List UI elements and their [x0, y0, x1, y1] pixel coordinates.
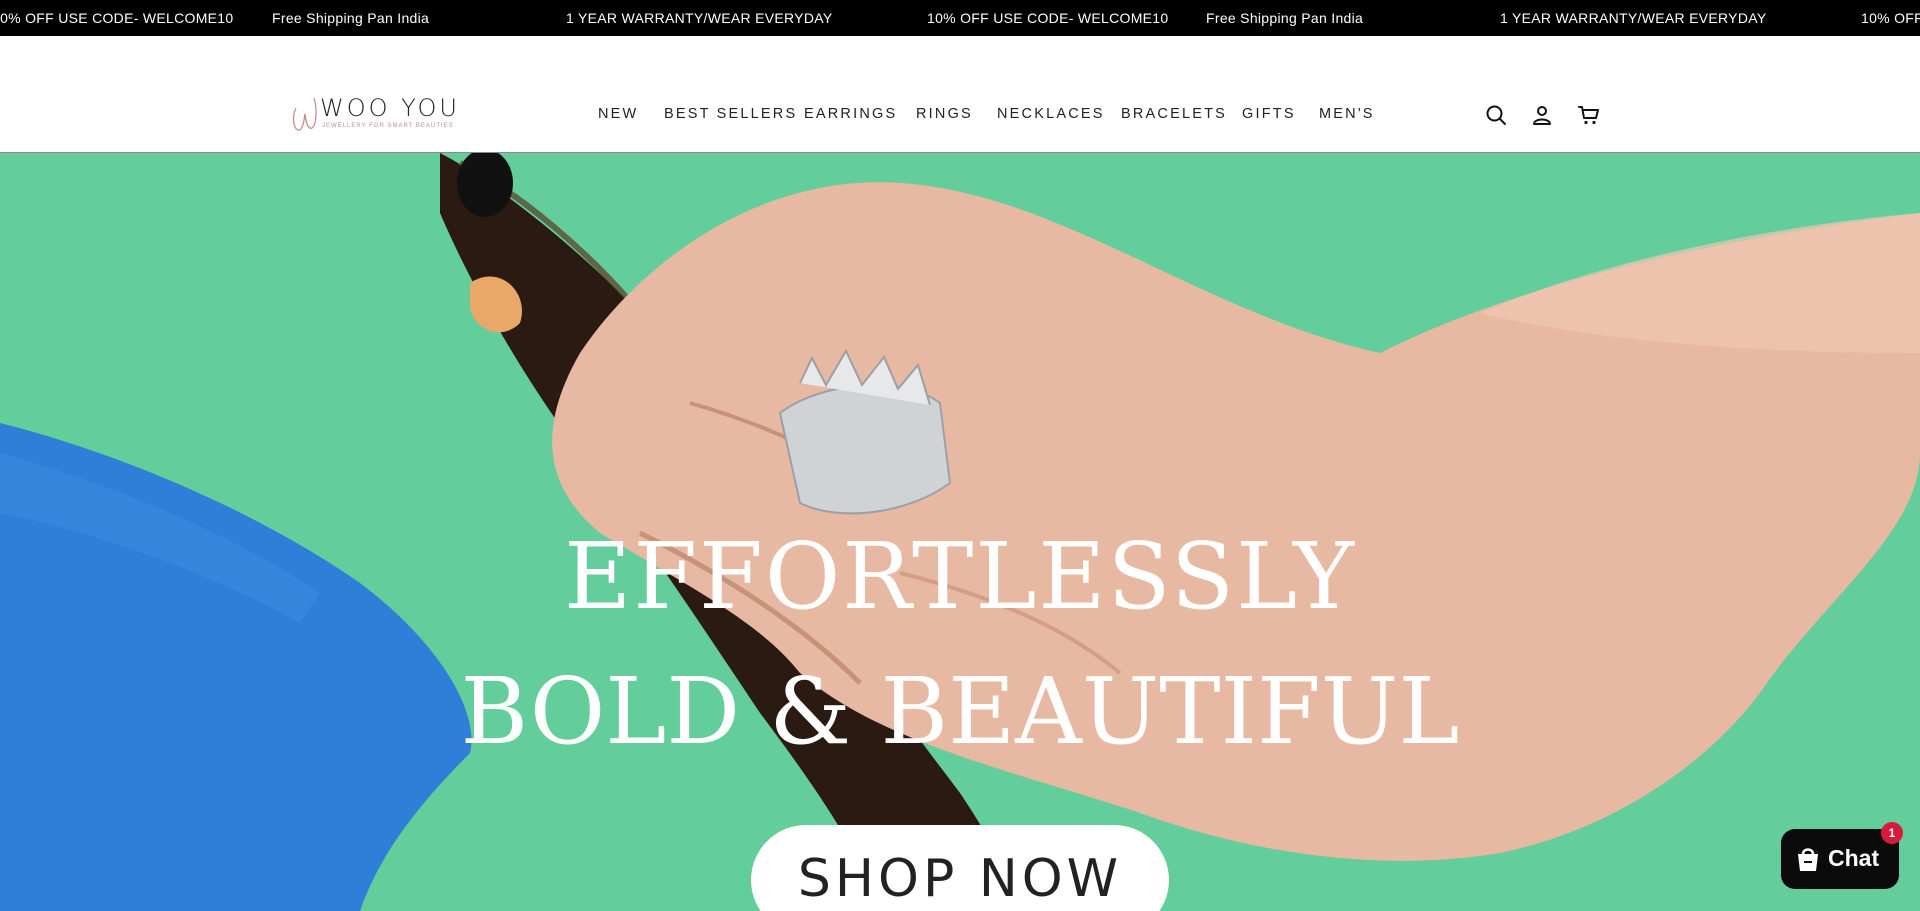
chat-badge: 1 — [1881, 822, 1903, 844]
announcement-message: Free Shipping Pan India — [272, 10, 430, 26]
announcement-message: 10% OFF USE CODE- WELCOME10 — [927, 10, 1169, 26]
logo-mark-icon — [292, 97, 317, 131]
hero-headline-line1: EFFORTLESSLY — [564, 523, 1356, 630]
announcement-bar: 10% OFF USE CODE- WELCOME10 Free Shippin… — [0, 0, 1920, 36]
hero-headline-line2: BOLD & BEAUTIFUL — [460, 658, 1460, 765]
logo-tagline: JEWELLERY FOR SMART BEAUTIES — [322, 123, 454, 129]
cart-icon[interactable] — [1577, 103, 1601, 127]
nav-item-earrings[interactable]: EARRINGS — [804, 104, 897, 124]
nav-item-necklaces[interactable]: NECKLACES — [997, 104, 1105, 124]
announcement-message: Free Shipping Pan India — [1206, 10, 1364, 26]
announcement-message: 10% OFF USE CODE- WELCOME10 — [0, 10, 234, 26]
logo-name: WOO YOU — [320, 94, 460, 122]
announcement-message: 1 YEAR WARRANTY/WEAR EVERYDAY — [566, 10, 833, 26]
nav-item-new[interactable]: NEW — [598, 104, 638, 124]
account-icon[interactable] — [1530, 103, 1554, 127]
shop-now-button[interactable]: SHOP NOW — [751, 825, 1169, 911]
chat-label: Chat — [1828, 845, 1880, 871]
nav-item-gifts[interactable]: GIFTS — [1242, 104, 1296, 124]
site-header: WOO YOU JEWELLERY FOR SMART BEAUTIES — [0, 36, 1920, 153]
nav-item-bracelets[interactable]: BRACELETS — [1121, 104, 1227, 124]
announcement-message: 1 YEAR WARRANTY/WEAR EVERYDAY — [1500, 10, 1767, 26]
chat-bag-icon — [1798, 848, 1818, 871]
nav-item-mens[interactable]: MEN'S — [1319, 104, 1375, 124]
nav-item-best-sellers[interactable]: BEST SELLERS — [664, 104, 797, 124]
announcement-message: 10% OFF USE CODE- WELCOME10 — [1861, 10, 1920, 26]
shop-now-label: SHOP NOW — [797, 849, 1123, 909]
site-logo[interactable]: WOO YOU JEWELLERY FOR SMART BEAUTIES — [290, 94, 470, 134]
search-icon[interactable] — [1484, 103, 1508, 127]
nav-item-rings[interactable]: RINGS — [916, 104, 973, 124]
hero-banner: EFFORTLESSLY BOLD & BEAUTIFUL SHOP NOW — [0, 153, 1920, 911]
